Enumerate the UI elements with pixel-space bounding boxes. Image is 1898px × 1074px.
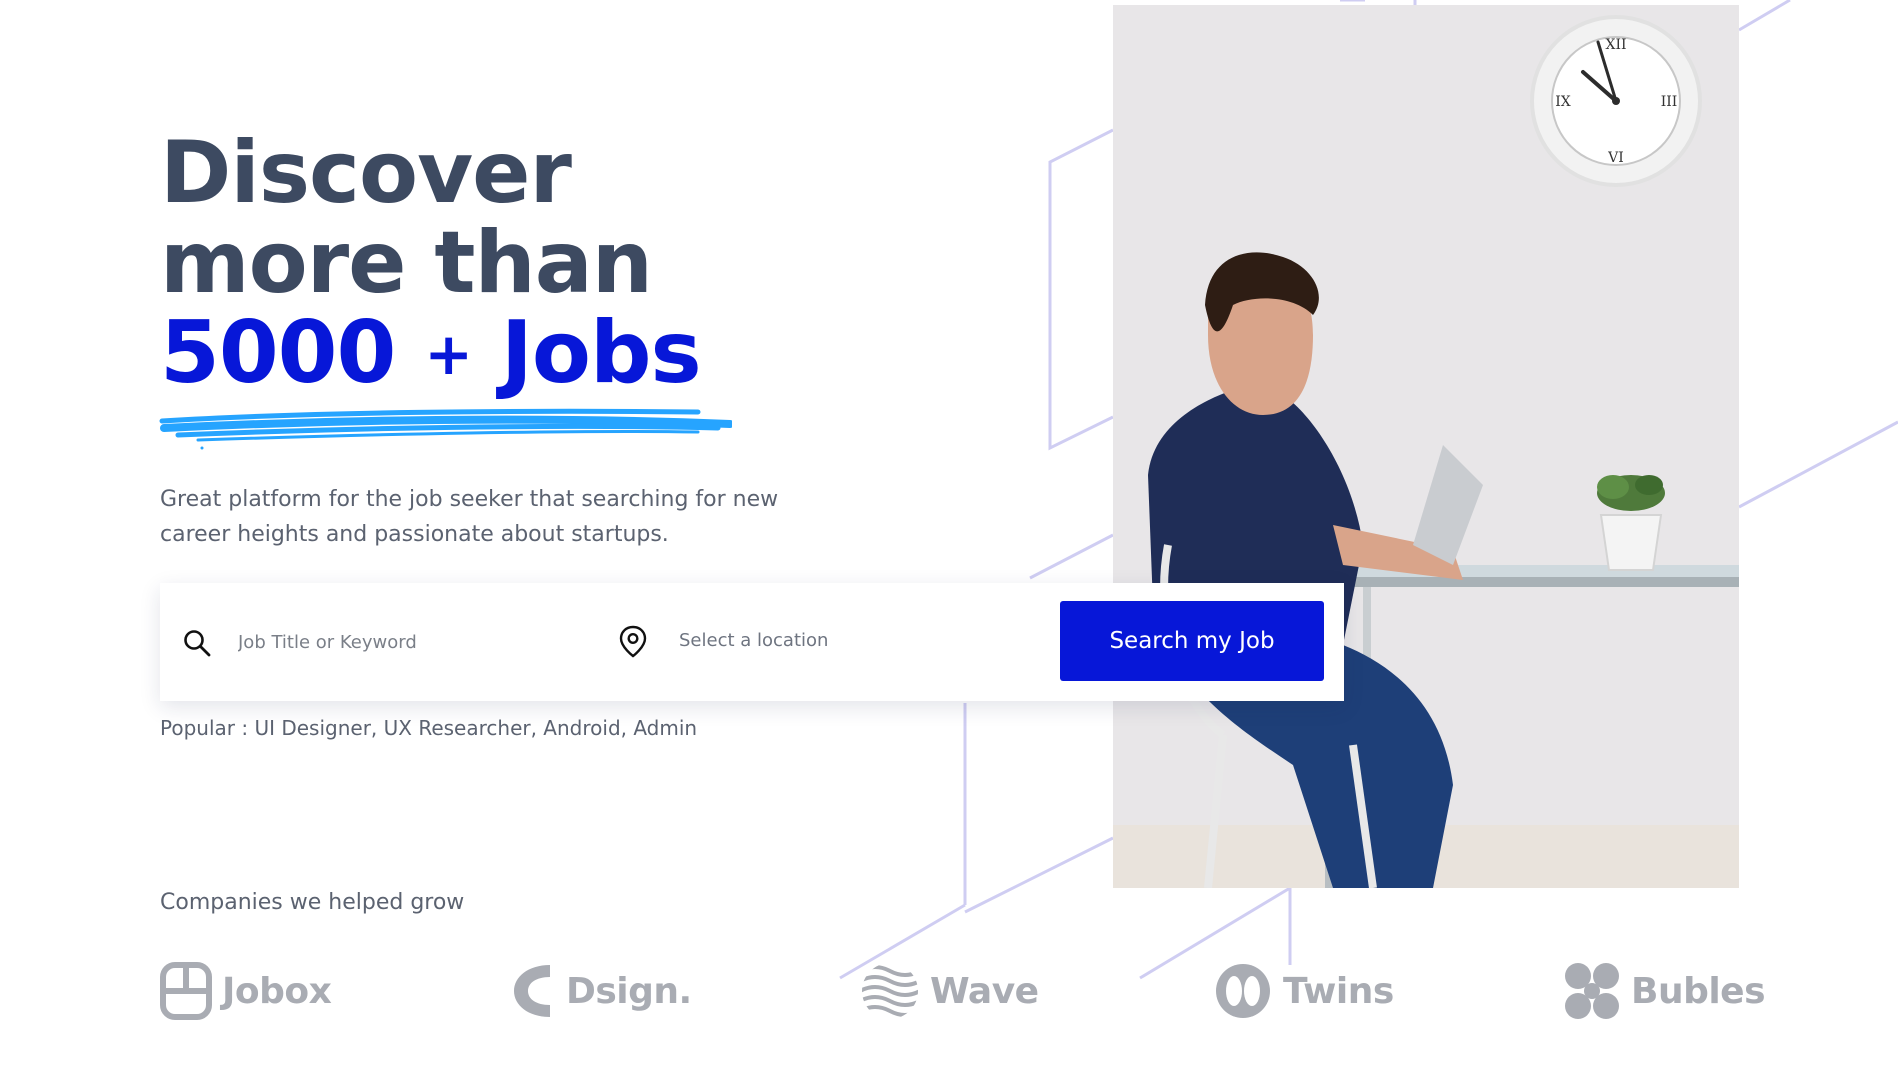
search-icon [184, 630, 211, 657]
brush-underline [159, 408, 732, 450]
location-pin-icon [619, 625, 647, 658]
company-logo-wave: Wave [860, 960, 1039, 1022]
svg-text:III: III [1661, 94, 1678, 110]
company-logo-twins: Twins [1213, 960, 1394, 1022]
hero-title: Discover more than 5000 + Jobs [160, 123, 702, 399]
company-name: Bubles [1631, 970, 1766, 1012]
popular-searches: Popular : UI Designer, UX Researcher, An… [160, 716, 698, 740]
location-select-value: Select a location [679, 630, 829, 651]
jobox-logo-icon [160, 962, 212, 1020]
company-logo-bubles: Bubles [1563, 960, 1766, 1022]
dsign-logo-icon [514, 965, 550, 1017]
company-name: Jobox [222, 970, 332, 1012]
search-my-job-button[interactable]: Search my Job [1060, 601, 1324, 681]
job-search-bar: Select a location Search my Job [160, 583, 1344, 701]
plus-sign: + [424, 320, 473, 388]
company-name: Twins [1283, 970, 1394, 1012]
hero-title-line3: 5000 + Jobs [160, 308, 702, 399]
twins-logo-icon [1216, 964, 1270, 1018]
keyword-input[interactable] [238, 623, 618, 661]
svg-text:IX: IX [1555, 94, 1571, 110]
company-logo-jobox: Jobox [160, 960, 332, 1022]
bubles-logo-icon [1565, 963, 1619, 1019]
hero-title-line2: more than [160, 213, 653, 313]
hero-photo: XII VI IX III [1113, 5, 1739, 888]
plant [1597, 475, 1665, 571]
company-logo-dsign: Dsign. [510, 960, 692, 1022]
wall-clock: XII VI IX III [1530, 15, 1702, 187]
company-name: Dsign. [566, 970, 692, 1012]
hero-title-line1: Discover [160, 123, 572, 223]
svg-text:XII: XII [1605, 37, 1626, 53]
hero-subtitle: Great platform for the job seeker that s… [160, 487, 779, 547]
companies-label: Companies we helped grow [160, 890, 465, 915]
hero-photo-illustration: XII VI IX III [1113, 5, 1739, 888]
wave-logo-icon [862, 965, 918, 1017]
jobs-word: Jobs [500, 303, 702, 403]
jobs-count: 5000 [160, 303, 396, 403]
svg-text:VI: VI [1607, 150, 1624, 166]
company-name: Wave [930, 970, 1039, 1012]
